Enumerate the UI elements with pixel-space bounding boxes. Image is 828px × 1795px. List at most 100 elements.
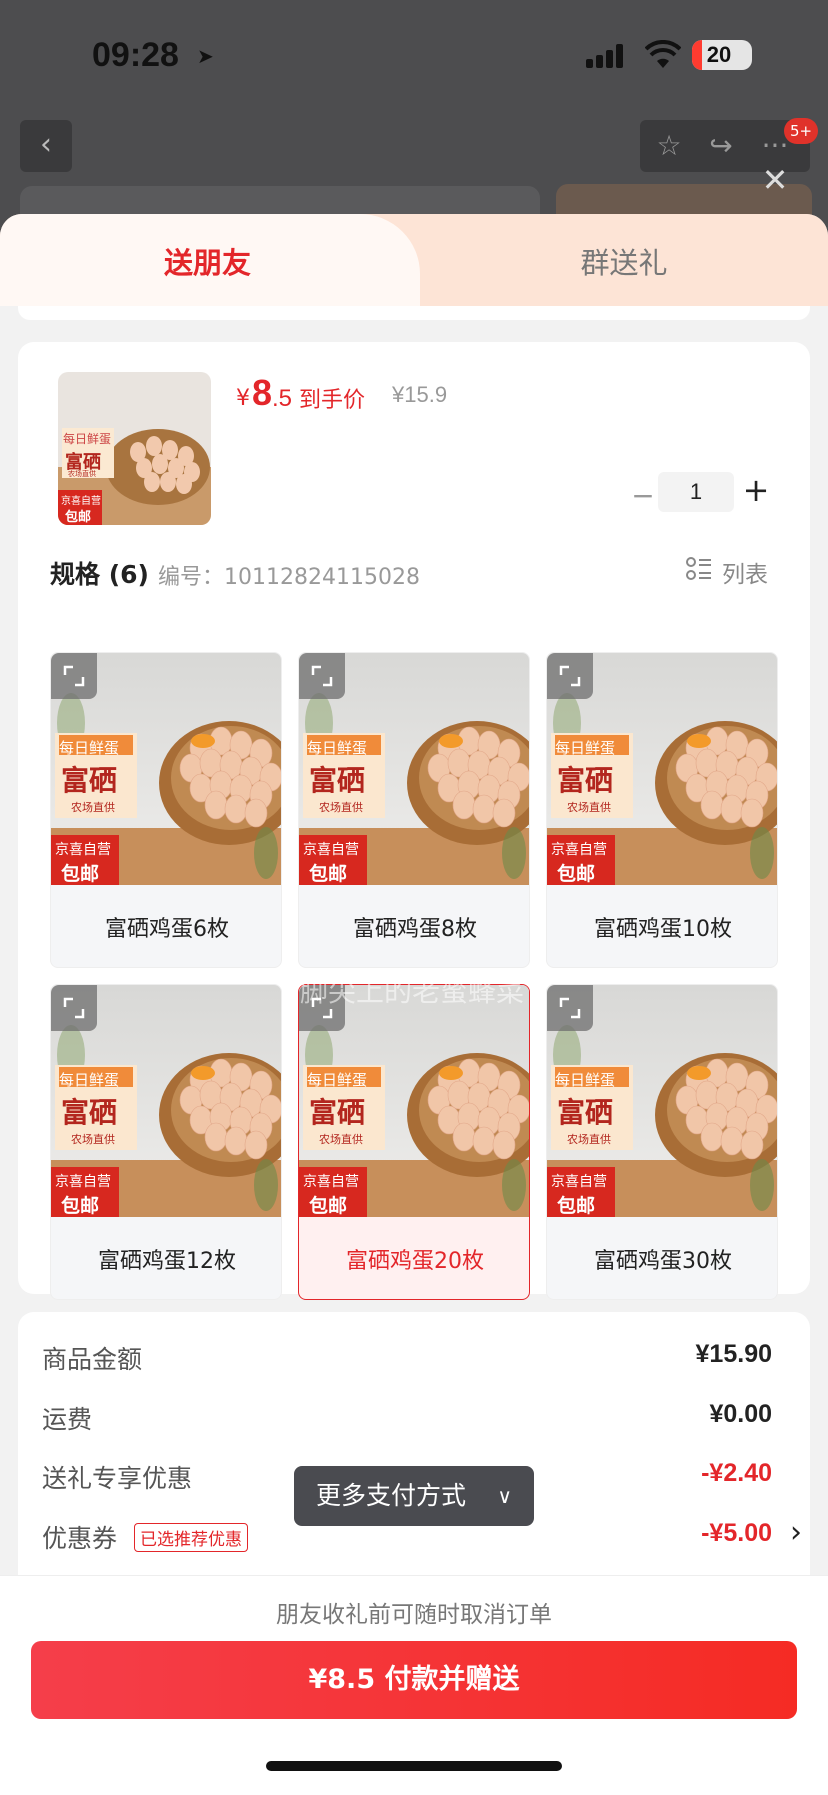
list-view-toggle[interactable]: 列表 <box>722 555 768 589</box>
spec-image-tag2: 包邮 <box>61 1195 100 1217</box>
expand-icon[interactable] <box>299 653 345 699</box>
spec-option[interactable]: 每日鲜蛋 富硒 农场直供 京喜自营 包邮 富硒鸡蛋20枚 <box>298 984 530 1300</box>
spec-option-label: 富硒鸡蛋8枚 <box>353 917 477 942</box>
spec-image-line2: 富硒 <box>557 764 614 797</box>
spec-image-line3: 农场直供 <box>319 801 363 814</box>
original-price: ¥15.9 <box>392 382 448 407</box>
home-indicator <box>266 1761 562 1771</box>
quantity-minus-button[interactable]: − <box>628 482 658 512</box>
spec-image-tag2: 包邮 <box>557 863 596 885</box>
spec-image-line3: 农场直供 <box>71 801 115 814</box>
spec-image-tag1: 京喜自营 <box>551 842 607 858</box>
shipping-row: 运费 ¥0.00 <box>42 1396 772 1436</box>
expand-icon[interactable] <box>51 653 97 699</box>
star-icon[interactable]: ☆ <box>652 130 686 164</box>
gift-discount-label: 送礼专享优惠 <box>42 1464 193 1493</box>
spec-image-line3: 农场直供 <box>319 1133 363 1146</box>
spec-image-tag2: 包邮 <box>557 1195 596 1217</box>
coupon-tag: 已选推荐优惠 <box>134 1523 248 1552</box>
share-icon[interactable]: ↪ <box>704 130 738 164</box>
goods-amount-row: 商品金额 ¥15.90 <box>42 1336 772 1376</box>
spec-image-line2: 富硒 <box>309 764 366 797</box>
goods-amount-value: ¥15.90 <box>695 1340 772 1368</box>
shipping-value: ¥0.00 <box>709 1400 772 1428</box>
spec-image-line1: 每日鲜蛋 <box>555 739 616 757</box>
spec-option-label: 富硒鸡蛋20枚 <box>346 1249 484 1274</box>
spec-option[interactable]: 每日鲜蛋 富硒 农场直供 京喜自营 包邮 富硒鸡蛋8枚 <box>298 652 530 968</box>
wifi-icon <box>645 40 681 68</box>
expand-icon[interactable] <box>51 985 97 1031</box>
spec-image-tag1: 京喜自营 <box>303 842 359 858</box>
tab-send-friend-label: 送朋友 <box>163 246 251 280</box>
gift-discount-value: -¥2.40 <box>701 1459 772 1487</box>
notification-badge: 5+ <box>784 118 818 144</box>
shipping-label: 运费 <box>42 1405 93 1434</box>
quantity-input[interactable]: 1 <box>658 472 734 512</box>
pay-and-gift-button[interactable]: ¥8.5 付款并赠送 <box>31 1641 797 1719</box>
battery-icon: 20 <box>692 40 752 70</box>
spec-image-tag1: 京喜自营 <box>303 1174 359 1190</box>
thumb-tag2: 包邮 <box>65 510 92 525</box>
order-summary: 商品金额 ¥15.90 运费 ¥0.00 送礼专享优惠 -¥2.40 优惠券 已… <box>18 1312 810 1612</box>
price-integer: 8 <box>252 372 273 413</box>
tab-send-friend[interactable]: 送朋友 <box>0 214 420 306</box>
chevron-right-icon: › <box>790 1515 802 1550</box>
thumb-line3: 农场直供 <box>68 470 96 478</box>
location-arrow-icon: ➤ <box>197 44 214 68</box>
spec-option-label: 富硒鸡蛋6枚 <box>105 917 229 942</box>
gift-sheet: 送朋友 群送礼 每日鲜蛋 富硒 农场直供 京喜自营 包邮 ¥ 8 .5 到手价 … <box>0 214 828 1795</box>
spec-image-line2: 富硒 <box>557 1096 614 1129</box>
spec-option-label: 富硒鸡蛋12枚 <box>98 1249 236 1274</box>
spec-image-line3: 农场直供 <box>567 801 611 814</box>
bottom-bar: 朋友收礼前可随时取消订单 ¥8.5 付款并赠送 <box>0 1575 828 1795</box>
spec-option[interactable]: 每日鲜蛋 富硒 农场直供 京喜自营 包邮 富硒鸡蛋30枚 <box>546 984 778 1300</box>
price-currency: ¥ <box>236 386 250 411</box>
more-payment-button[interactable]: 更多支付方式 ∨ <box>294 1466 534 1526</box>
product-thumbnail: 每日鲜蛋 富硒 农场直供 京喜自营 包邮 <box>58 372 211 525</box>
back-button[interactable]: ‹ <box>20 120 72 172</box>
status-bar: 09:28 ➤ 20 <box>0 0 828 110</box>
divider <box>0 1575 828 1576</box>
spec-image-tag2: 包邮 <box>309 863 348 885</box>
watermark: 脚尖上的老蜜蜂菜 <box>300 975 525 1008</box>
product-card: 每日鲜蛋 富硒 农场直供 京喜自营 包邮 ¥ 8 .5 到手价 ¥15.9 − … <box>18 342 810 1300</box>
tab-group-gift[interactable]: 群送礼 <box>420 240 828 282</box>
spec-option[interactable]: 每日鲜蛋 富硒 农场直供 京喜自营 包邮 富硒鸡蛋6枚 <box>50 652 282 968</box>
spec-option[interactable]: 每日鲜蛋 富硒 农场直供 京喜自营 包邮 富硒鸡蛋12枚 <box>50 984 282 1300</box>
more-payment-label: 更多支付方式 <box>316 1481 467 1510</box>
spec-image-tag2: 包邮 <box>309 1195 348 1217</box>
price-label: 到手价 <box>299 388 366 413</box>
list-view-icon[interactable] <box>686 557 712 581</box>
chevron-down-icon: ∨ <box>497 1484 512 1508</box>
price-decimal: .5 <box>272 385 293 412</box>
spec-image-line2: 富硒 <box>61 1096 118 1129</box>
spec-image-tag1: 京喜自营 <box>55 1174 111 1190</box>
spec-image-line3: 农场直供 <box>71 1133 115 1146</box>
thumb-line1: 每日鲜蛋 <box>63 432 112 446</box>
spec-option-label: 富硒鸡蛋10枚 <box>594 917 732 942</box>
spec-image-line1: 每日鲜蛋 <box>59 1071 120 1089</box>
battery-level: 20 <box>706 42 732 67</box>
spec-image-tag1: 京喜自营 <box>55 842 111 858</box>
spec-title: 规格 (6) <box>50 560 149 589</box>
spec-option[interactable]: 每日鲜蛋 富硒 农场直供 京喜自营 包邮 富硒鸡蛋10枚 <box>546 652 778 968</box>
spec-image-line1: 每日鲜蛋 <box>307 1071 368 1089</box>
goods-amount-label: 商品金额 <box>42 1345 143 1374</box>
tab-strip <box>18 306 810 320</box>
cellular-signal-icon <box>586 44 630 68</box>
quantity-plus-button[interactable]: + <box>741 474 771 506</box>
status-time: 09:28 <box>92 36 179 74</box>
coupon-value: -¥5.00 <box>701 1519 772 1547</box>
spec-image-line1: 每日鲜蛋 <box>59 739 120 757</box>
tab-bar: 送朋友 群送礼 <box>0 214 828 306</box>
cancel-note: 朋友收礼前可随时取消订单 <box>276 1602 552 1628</box>
expand-icon[interactable] <box>547 653 593 699</box>
spec-image-line2: 富硒 <box>309 1096 366 1129</box>
spec-image-line1: 每日鲜蛋 <box>307 739 368 757</box>
product-code: 编号：10112824115028 <box>158 565 420 590</box>
spec-image-line1: 每日鲜蛋 <box>555 1071 616 1089</box>
close-icon[interactable]: ✕ <box>760 164 790 196</box>
spec-image-tag1: 京喜自营 <box>551 1174 607 1190</box>
expand-icon[interactable] <box>547 985 593 1031</box>
spec-image-tag2: 包邮 <box>61 863 100 885</box>
